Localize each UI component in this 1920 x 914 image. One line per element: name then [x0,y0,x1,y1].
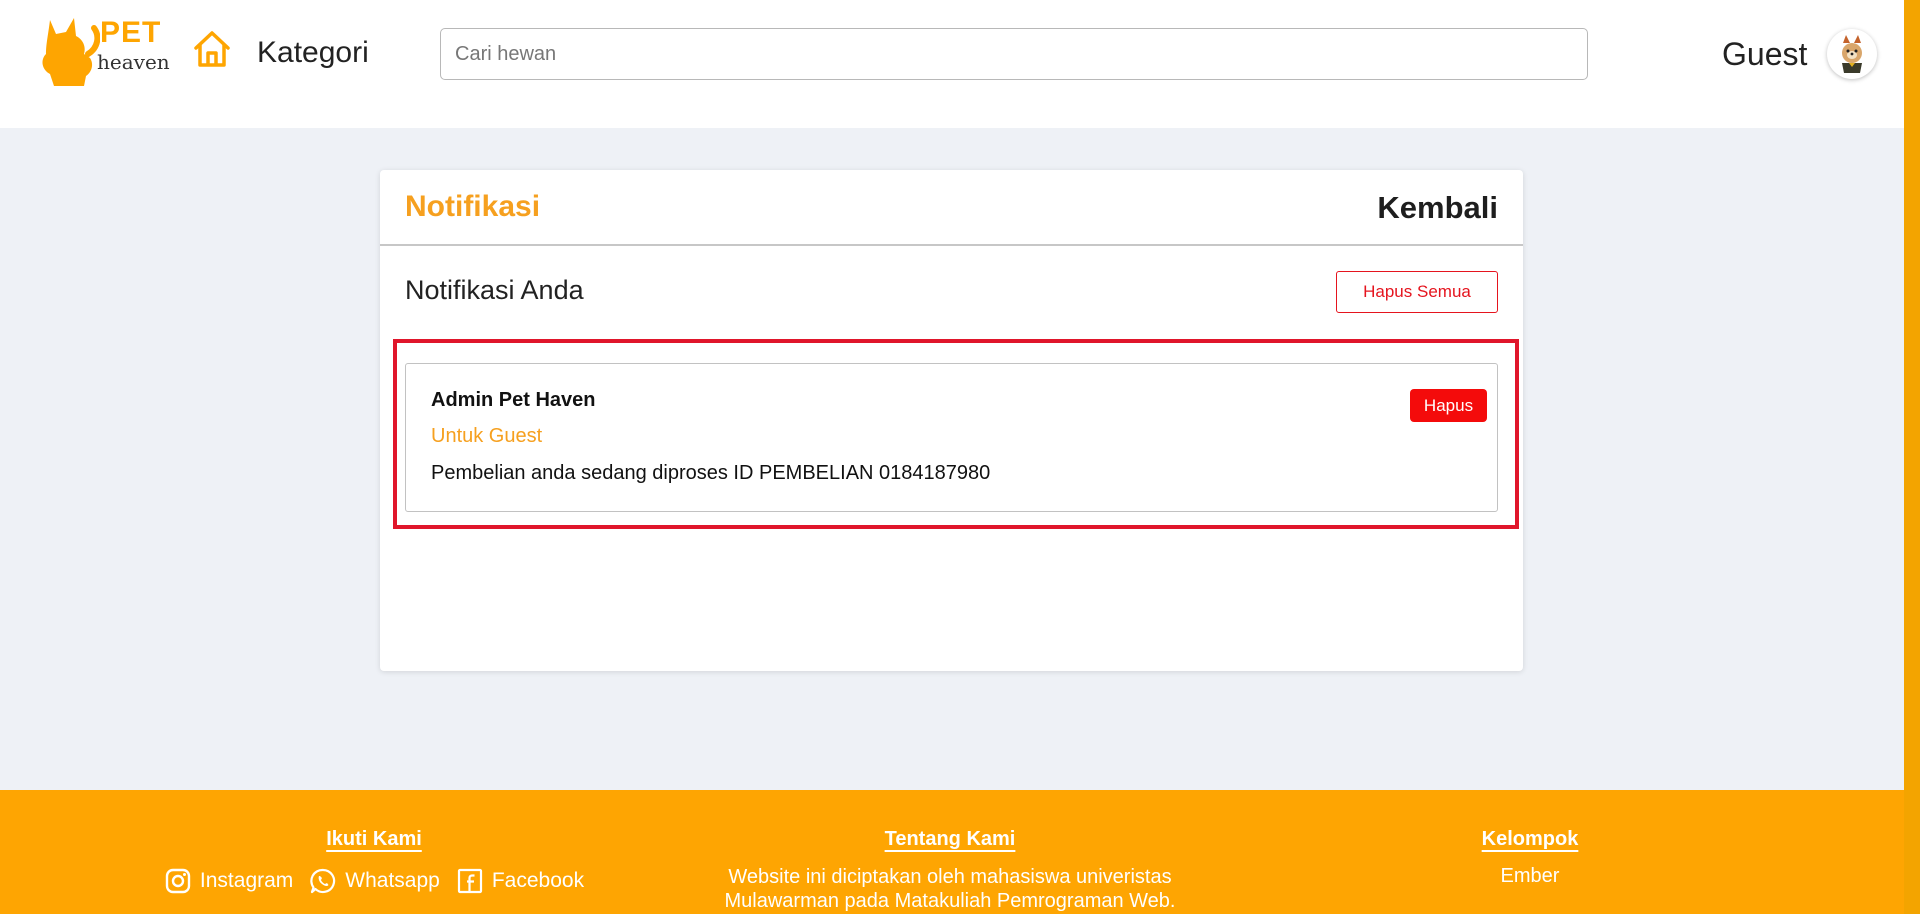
footer-about-line-2: Mulawarman pada Matakuliah Pemrograman W… [724,890,1176,912]
social-label-facebook: Facebook [491,869,585,892]
top-header: PET heaven Kategori Guest [0,0,1920,128]
pet-heaven-logo[interactable]: PET heaven [40,14,170,88]
notification-message: Pembelian anda sedang diproses ID PEMBEL… [431,462,991,484]
social-link-whatsapp[interactable]: Whatsapp [309,867,440,895]
search-input[interactable] [440,28,1588,80]
social-links: Instagram Whatsapp Facebook [164,867,584,895]
avatar[interactable] [1827,29,1877,79]
social-label-instagram: Instagram [199,869,294,892]
dog-avatar-icon [1842,35,1862,73]
social-link-facebook[interactable]: Facebook [456,867,584,895]
scrollbar[interactable] [1904,0,1920,914]
logo-text-pet: PET [100,16,162,49]
footer-group-name: Ember [1500,865,1560,887]
cat-logo-icon [42,18,101,86]
notification-recipient: Untuk Guest [431,425,543,447]
home-icon[interactable] [192,29,232,69]
notification-card: Notifikasi Kembali Notifikasi Anda Hapus… [380,170,1523,671]
nav-kategori[interactable]: Kategori [257,36,369,70]
user-name: Guest [1722,36,1808,72]
logo-text-heaven: heaven [97,50,170,74]
instagram-icon [165,868,191,894]
delete-all-button[interactable]: Hapus Semua [1336,271,1498,313]
section-title: Notifikasi Anda [405,275,584,305]
whatsapp-icon [310,868,336,894]
footer-about-text: Website ini diciptakan oleh mahasiswa un… [680,865,1220,913]
footer-follow-section: Ikuti Kami Instagram Whatsapp Facebook [164,828,584,895]
delete-notification-button[interactable]: Hapus [1410,389,1487,422]
notification-item: Admin Pet Haven Untuk Guest Pembelian an… [405,363,1498,512]
footer-about-heading: Tentang Kami [884,828,1016,850]
footer-group-heading: Kelompok [1481,828,1579,850]
footer-follow-heading: Ikuti Kami [326,828,422,850]
social-link-instagram[interactable]: Instagram [164,867,293,895]
facebook-icon [457,868,482,894]
notification-sender: Admin Pet Haven [431,389,596,411]
footer-about-section: Tentang Kami Website ini diciptakan oleh… [680,828,1220,913]
back-link[interactable]: Kembali [1377,190,1498,226]
footer-group-section: Kelompok Ember [1430,828,1630,888]
social-label-whatsapp: Whatsapp [345,869,440,892]
page-title: Notifikasi [405,190,541,223]
footer: Ikuti Kami Instagram Whatsapp Facebook T… [0,790,1904,914]
divider [380,244,1523,246]
footer-about-line-1: Website ini diciptakan oleh mahasiswa un… [728,866,1172,888]
